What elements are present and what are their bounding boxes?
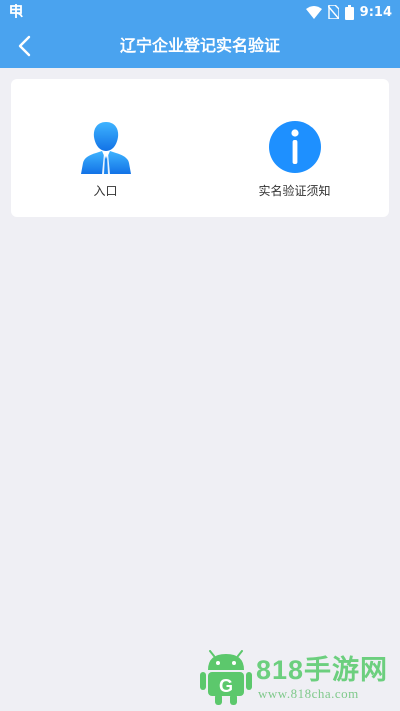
title-bar: 辽宁企业登记实名验证 (0, 24, 400, 68)
android-logo-icon: G (200, 650, 252, 705)
app-notification-icon (10, 4, 23, 18)
watermark-text: 818手游网 (256, 655, 389, 685)
entry-tile[interactable]: 入口 (11, 79, 200, 217)
watermark-url: www.818cha.com (258, 686, 359, 701)
back-arrow-icon (18, 35, 31, 57)
menu-card: 入口 实名验证须知 (11, 79, 389, 217)
no-sim-icon (327, 5, 339, 19)
status-icons: 9:14 (305, 3, 392, 21)
user-silhouette-icon (80, 122, 131, 174)
watermark-logo-letter: G (219, 676, 233, 696)
notice-label: 实名验证须知 (258, 184, 331, 198)
entry-label: 入口 (93, 184, 118, 198)
clock: 9:14 (359, 4, 392, 20)
back-button[interactable] (8, 30, 40, 62)
notice-tile[interactable]: 实名验证须知 (200, 79, 389, 217)
page-title: 辽宁企业登记实名验证 (119, 36, 280, 55)
watermark: G 818手游网 www.818cha.com (198, 646, 400, 710)
info-icon (268, 121, 321, 173)
battery-icon (344, 4, 354, 20)
status-bar: 9:14 (0, 0, 400, 24)
wifi-icon (305, 5, 322, 19)
